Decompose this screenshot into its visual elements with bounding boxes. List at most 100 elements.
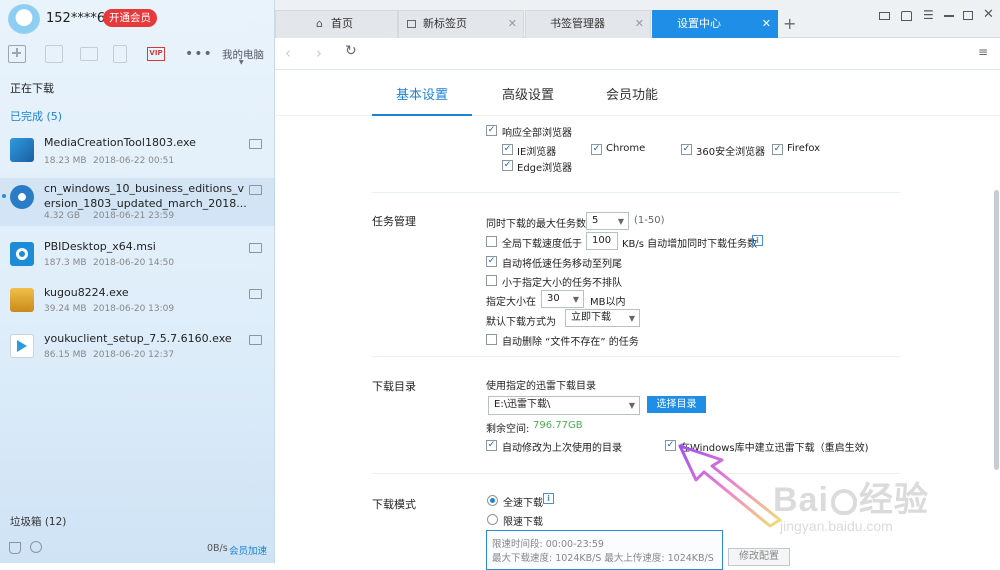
trash-bin-link[interactable]: 垃圾箱 (12) — [10, 514, 66, 529]
small-noqueue-checkbox[interactable] — [486, 275, 497, 286]
file-name: MediaCreationTool1803.exe — [44, 136, 196, 149]
vip-icon[interactable]: VIP — [147, 47, 165, 61]
watermark-url: jingyan.baidu.com — [780, 518, 893, 534]
auto-modify-checkbox[interactable]: ✓ — [486, 440, 497, 451]
folder-icon[interactable] — [80, 47, 98, 61]
selection-dot — [2, 194, 6, 198]
close-icon[interactable]: ✕ — [635, 11, 644, 37]
limit-speed-radio[interactable] — [487, 514, 498, 525]
file-size: 39.24 MB — [44, 304, 87, 314]
list-item[interactable]: MediaCreationTool1803.exe 18.23 MB 2018-… — [0, 132, 275, 178]
tab-member-features[interactable]: 会员功能 — [606, 84, 658, 103]
tab-home[interactable]: ⌂ 首页 — [275, 10, 398, 38]
completed-section[interactable]: 已完成 (5) — [10, 108, 62, 124]
tab-bookmarks[interactable]: 书签管理器 ✕ — [525, 10, 651, 38]
firefox-label: Firefox — [787, 143, 821, 154]
open-folder-icon[interactable] — [249, 243, 262, 253]
max-tasks-label: 同时下载的最大任务数 — [486, 219, 586, 230]
close-icon[interactable]: ✕ — [762, 11, 771, 37]
download-mode-heading: 下载模式 — [372, 498, 416, 511]
page-icon — [407, 20, 416, 28]
menu-icon[interactable]: ☰ — [923, 8, 934, 22]
default-mode-select[interactable]: 立即下载 ▼ — [565, 309, 640, 327]
close-window-icon[interactable]: ✕ — [983, 7, 994, 22]
scrollbar[interactable] — [994, 190, 999, 470]
file-name: cn_windows_10_business_editions_v — [44, 182, 245, 195]
respond-all-label: 响应全部浏览器 — [502, 128, 572, 139]
tab-basic-settings[interactable]: 基本设置 — [396, 84, 448, 103]
full-speed-radio[interactable] — [487, 495, 498, 506]
maximize-icon[interactable] — [963, 11, 973, 20]
download-path-select[interactable]: E:\迅雷下载\ ▼ — [488, 396, 640, 415]
refresh-icon[interactable]: ↻ — [345, 43, 357, 59]
file-size: 86.15 MB — [44, 350, 87, 360]
downloading-section[interactable]: 正在下载 — [10, 80, 54, 96]
hamburger-icon[interactable]: ≡ — [978, 45, 988, 59]
watermark-brand2-text: 经验 — [858, 481, 929, 519]
lab-flask-icon[interactable] — [9, 542, 21, 554]
max-tasks-select[interactable]: 5 ▼ — [586, 212, 629, 230]
file-date: 2018-06-20 13:09 — [93, 304, 175, 314]
tab-label: 设置中心 — [677, 17, 721, 30]
trash-icon[interactable] — [113, 45, 127, 63]
download-sidebar: 152****6... 开通会员 VIP ••• 我的电脑 ▼ 正在下载 已完成… — [0, 0, 275, 563]
speed-threshold-value: 100 — [592, 235, 612, 246]
document-icon[interactable] — [45, 45, 63, 63]
auto-delete-checkbox[interactable] — [486, 334, 497, 345]
chevron-down-icon: ▼ — [572, 295, 579, 304]
limit-config-box: 限速时间段: 00:00-23:59 最大下载速度: 1024KB/S 最大上传… — [486, 530, 723, 570]
list-item[interactable]: cn_windows_10_business_editions_v ersion… — [0, 178, 275, 226]
size-limit-select[interactable]: 30 ▼ — [541, 290, 584, 308]
edge-label: Edge浏览器 — [517, 163, 573, 174]
forward-icon[interactable]: › — [316, 44, 322, 62]
open-folder-icon[interactable] — [249, 185, 262, 195]
info-icon[interactable]: i — [752, 235, 763, 246]
installer-gear-icon — [10, 242, 34, 266]
list-item[interactable]: PBIDesktop_x64.msi 187.3 MB 2018-06-20 1… — [0, 236, 275, 282]
limit-speed-text: 最大下载速度: 1024KB/S 最大上传速度: 1024KB/S — [492, 553, 714, 564]
360-checkbox[interactable]: ✓ — [681, 144, 692, 155]
list-item[interactable]: kugou8224.exe 39.24 MB 2018-06-20 13:09 — [0, 282, 275, 328]
avatar[interactable] — [8, 4, 40, 34]
tab-advanced-settings[interactable]: 高级设置 — [502, 84, 554, 103]
modify-config-button[interactable]: 修改配置 — [728, 548, 790, 566]
open-folder-icon[interactable] — [249, 139, 262, 149]
tab-settings[interactable]: 设置中心 ✕ — [652, 10, 778, 38]
divider — [372, 356, 900, 357]
new-task-icon[interactable] — [8, 45, 26, 63]
size-limit-label: 指定大小在 — [486, 297, 536, 308]
more-icon[interactable]: ••• — [185, 46, 213, 62]
open-folder-icon[interactable] — [249, 289, 262, 299]
edge-checkbox[interactable]: ✓ — [502, 160, 513, 171]
file-size: 4.32 GB — [44, 211, 81, 221]
auto-modify-label: 自动修改为上次使用的目录 — [502, 443, 622, 454]
chrome-checkbox[interactable]: ✓ — [591, 144, 602, 155]
tab-new-tab[interactable]: 新标签页 ✕ — [398, 10, 524, 38]
new-tab-plus-icon[interactable]: + — [783, 14, 796, 33]
skin-shirt-icon[interactable] — [901, 11, 912, 21]
choose-dir-button[interactable]: 选择目录 — [647, 396, 706, 413]
back-icon[interactable]: ‹ — [285, 44, 291, 62]
alarm-clock-icon[interactable] — [30, 541, 42, 553]
open-vip-button[interactable]: 开通会员 — [103, 9, 157, 27]
ie-checkbox[interactable]: ✓ — [502, 144, 513, 155]
move-slow-label: 自动将低速任务移动至列尾 — [502, 259, 622, 270]
list-item[interactable]: youkuclient_setup_7.5.7.6160.exe 86.15 M… — [0, 328, 275, 374]
limit-time-text: 限速时间段: 00:00-23:59 — [492, 539, 604, 550]
chrome-label: Chrome — [606, 143, 646, 154]
mail-icon[interactable] — [879, 12, 890, 20]
speed-threshold-input[interactable]: 100 — [586, 232, 618, 250]
download-path-value: E:\迅雷下载\ — [494, 399, 551, 410]
move-slow-checkbox[interactable]: ✓ — [486, 256, 497, 267]
file-name: PBIDesktop_x64.msi — [44, 240, 156, 253]
close-icon[interactable]: ✕ — [508, 11, 517, 37]
vip-boost-link[interactable]: 会员加速 — [229, 543, 267, 557]
minimize-icon[interactable] — [944, 15, 954, 17]
free-space-value: 796.77GB — [533, 420, 583, 431]
info-icon[interactable]: i — [543, 493, 554, 504]
firefox-checkbox[interactable]: ✓ — [772, 144, 783, 155]
respond-all-checkbox[interactable]: ✓ — [486, 125, 497, 136]
file-date: 2018-06-22 00:51 — [93, 156, 175, 166]
open-folder-icon[interactable] — [249, 335, 262, 345]
youku-player-icon — [10, 334, 34, 358]
